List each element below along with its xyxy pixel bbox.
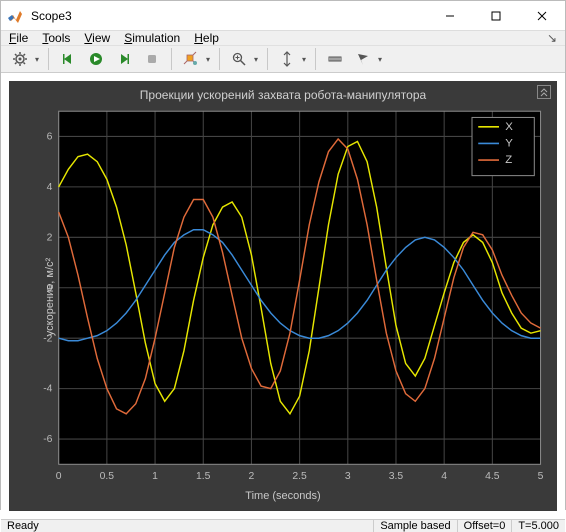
svg-text:2.5: 2.5	[292, 471, 307, 482]
chart-title: Проекции ускорений захвата робота-манипу…	[13, 85, 553, 105]
window-title: Scope3	[29, 9, 427, 23]
menu-view[interactable]: View	[84, 31, 110, 45]
toolbar-separator	[219, 48, 220, 70]
toolbar-separator	[48, 48, 49, 70]
stop-icon[interactable]	[139, 46, 165, 72]
toolbar-separator	[315, 48, 316, 70]
svg-text:5: 5	[538, 471, 544, 482]
step-forward-icon[interactable]	[111, 46, 137, 72]
x-axis-label: Time (seconds)	[13, 489, 553, 507]
svg-text:-4: -4	[43, 384, 52, 395]
expand-plot-icon[interactable]	[537, 85, 551, 99]
run-icon[interactable]	[83, 46, 109, 72]
highlight-dropdown-icon[interactable]: ▾	[203, 55, 213, 64]
svg-text:4.5: 4.5	[485, 471, 500, 482]
menu-help[interactable]: Help	[194, 31, 219, 45]
scope-window: Scope3 File Tools View Simulation Help ↘…	[0, 0, 566, 510]
close-button[interactable]	[519, 1, 565, 31]
zoom-dropdown-icon[interactable]: ▾	[251, 55, 261, 64]
svg-text:3.5: 3.5	[389, 471, 404, 482]
window-controls	[427, 1, 565, 31]
status-sample-mode: Sample based	[373, 520, 456, 532]
status-time: T=5.000	[511, 520, 565, 532]
menu-tools[interactable]: Tools	[42, 31, 70, 45]
svg-text:X: X	[505, 121, 513, 133]
menu-simulation[interactable]: Simulation	[124, 31, 180, 45]
chart-canvas[interactable]: ускорение, м/с² 0 0.5 1 1.5 2 2.5 3 3.5 4 4.5 5 -6 -…	[13, 105, 553, 489]
svg-text:Z: Z	[505, 154, 512, 166]
configure-gear-icon[interactable]	[7, 46, 33, 72]
autoscale-icon[interactable]	[274, 46, 300, 72]
statusbar: Ready Sample based Offset=0 T=5.000	[1, 519, 565, 532]
toolbar-separator	[171, 48, 172, 70]
zoom-icon[interactable]	[226, 46, 252, 72]
highlight-signal-icon[interactable]	[178, 46, 204, 72]
minimize-button[interactable]	[427, 1, 473, 31]
svg-text:3: 3	[345, 471, 351, 482]
status-offset: Offset=0	[457, 520, 512, 532]
scope-panel: Проекции ускорений захвата робота-манипу…	[9, 81, 557, 511]
svg-text:0.5: 0.5	[100, 471, 115, 482]
triggers-dropdown-icon[interactable]: ▾	[375, 55, 385, 64]
svg-text:-6: -6	[43, 434, 52, 445]
svg-text:1.5: 1.5	[196, 471, 211, 482]
svg-text:6: 6	[47, 132, 53, 143]
toolbar: ▾ ▾ ▾ ▾ ▾	[1, 46, 565, 73]
svg-text:Y: Y	[505, 138, 513, 150]
titlebar: Scope3	[1, 1, 565, 31]
matlab-icon	[7, 8, 23, 24]
step-back-icon[interactable]	[55, 46, 81, 72]
svg-text:2: 2	[249, 471, 255, 482]
maximize-button[interactable]	[473, 1, 519, 31]
svg-text:1: 1	[152, 471, 158, 482]
svg-text:0: 0	[56, 471, 62, 482]
svg-text:4: 4	[47, 182, 53, 193]
menubar: File Tools View Simulation Help ↘	[1, 31, 565, 46]
toolbar-separator	[267, 48, 268, 70]
svg-text:2: 2	[47, 232, 53, 243]
svg-text:4: 4	[441, 471, 447, 482]
measurements-icon[interactable]	[322, 46, 348, 72]
autoscale-dropdown-icon[interactable]: ▾	[299, 55, 309, 64]
configure-dropdown-icon[interactable]: ▾	[32, 55, 42, 64]
triggers-icon[interactable]	[350, 46, 376, 72]
menu-more-icon[interactable]: ↘	[547, 31, 557, 45]
plot-area: Проекции ускорений захвата робота-манипу…	[1, 73, 565, 519]
y-axis-label: ускорение, м/с²	[44, 258, 56, 336]
status-ready: Ready	[1, 520, 373, 532]
menu-file[interactable]: File	[9, 31, 28, 45]
